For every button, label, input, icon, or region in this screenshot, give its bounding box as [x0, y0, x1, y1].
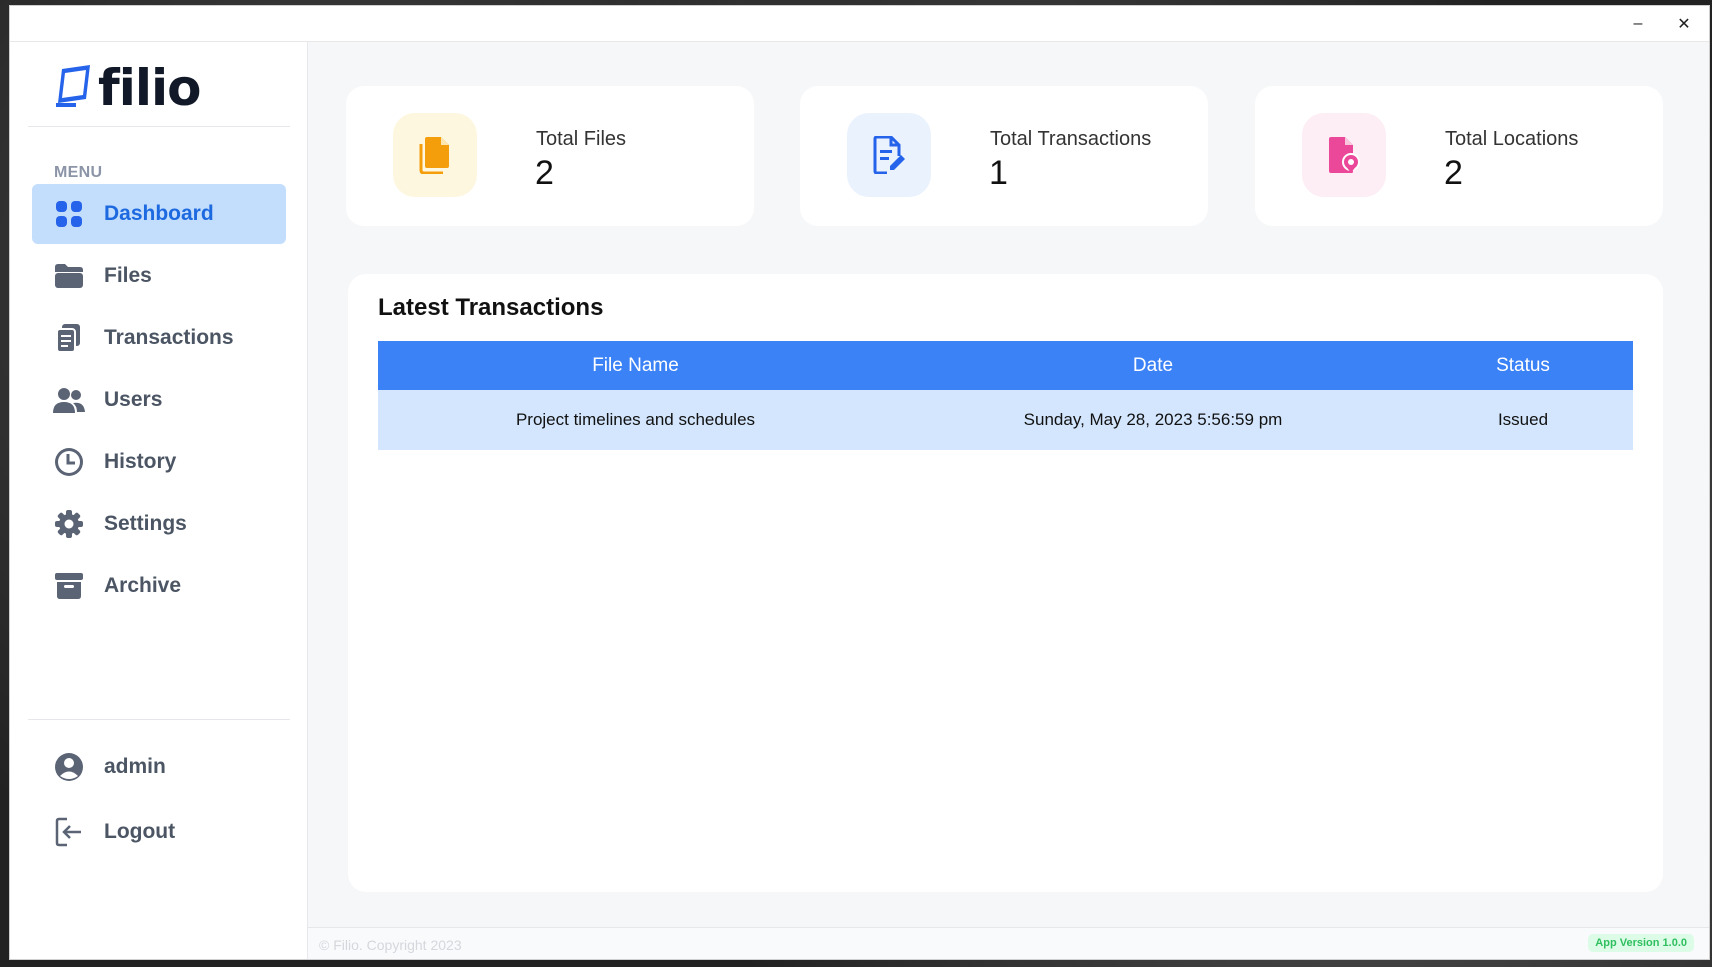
- sidebar-item-transactions[interactable]: Transactions: [32, 308, 286, 368]
- sidebar-item-users[interactable]: Users: [32, 370, 286, 430]
- stat-card-files: Total Files 2: [346, 86, 754, 226]
- title-bar: – ✕: [10, 6, 1709, 42]
- sidebar-item-files[interactable]: Files: [32, 246, 286, 306]
- sidebar-item-label: Settings: [104, 512, 187, 535]
- grid-icon: [52, 197, 86, 231]
- column-header-file-name[interactable]: File Name: [378, 341, 893, 390]
- folder-icon: [52, 259, 86, 293]
- app-window: – ✕ filio MENU Dashboard Files Transacti…: [9, 5, 1710, 960]
- menu-label: MENU: [54, 164, 103, 181]
- sidebar-item-label: Archive: [104, 574, 182, 597]
- stat-title: Total Transactions: [990, 128, 1152, 150]
- main-content: Total Files 2 Total Transactions 1 Total…: [308, 42, 1709, 959]
- sidebar-item-dashboard[interactable]: Dashboard: [32, 184, 286, 244]
- stat-value: 1: [989, 154, 1008, 192]
- panel-title: Latest Transactions: [378, 294, 604, 321]
- stat-value: 2: [535, 154, 554, 192]
- clock-icon: [52, 445, 86, 479]
- stat-card-locations: Total Locations 2: [1255, 86, 1663, 226]
- column-header-date[interactable]: Date: [893, 341, 1413, 390]
- version-badge: App Version 1.0.0: [1588, 934, 1694, 952]
- username-label: admin: [104, 755, 166, 778]
- stat-icon-box: [1302, 113, 1386, 197]
- logout-button[interactable]: Logout: [32, 802, 286, 862]
- cell-file-name: Project timelines and schedules: [378, 390, 893, 450]
- transactions-table: File Name Date Status Project timelines …: [378, 341, 1633, 450]
- latest-transactions-panel: Latest Transactions File Name Date Statu…: [348, 274, 1663, 892]
- sidebar-divider: [28, 126, 290, 127]
- gear-icon: [52, 507, 86, 541]
- footer: © Filio. Copyright 2023 App Version 1.0.…: [308, 927, 1709, 959]
- cell-status: Issued: [1413, 390, 1633, 450]
- sidebar-item-label: Dashboard: [104, 202, 214, 225]
- clipboard-icon: [52, 321, 86, 355]
- stat-title: Total Locations: [1445, 128, 1579, 150]
- user-circle-icon: [52, 750, 86, 784]
- sidebar-item-history[interactable]: History: [32, 432, 286, 492]
- copyright-text: © Filio. Copyright 2023: [319, 937, 462, 953]
- stat-value: 2: [1444, 154, 1463, 192]
- user-profile[interactable]: admin: [32, 737, 286, 797]
- monitor-logo-icon: [56, 65, 90, 107]
- file-edit-icon: [873, 136, 905, 174]
- sidebar-item-label: Files: [104, 264, 152, 287]
- stat-title: Total Files: [536, 128, 627, 150]
- column-header-status[interactable]: Status: [1413, 341, 1633, 390]
- stat-card-transactions: Total Transactions 1: [800, 86, 1208, 226]
- close-button[interactable]: ✕: [1661, 6, 1707, 42]
- files-icon: [419, 137, 449, 174]
- archive-icon: [52, 569, 86, 603]
- stat-icon-box: [393, 113, 477, 197]
- sidebar: filio MENU Dashboard Files Transactions …: [10, 42, 308, 959]
- logout-icon: [52, 815, 86, 849]
- table-header-row: File Name Date Status: [378, 341, 1633, 390]
- file-location-icon: [1329, 137, 1360, 173]
- sidebar-item-label: Transactions: [104, 326, 234, 349]
- sidebar-item-label: History: [104, 450, 177, 473]
- sidebar-divider: [28, 719, 290, 720]
- app-name: filio: [98, 59, 202, 117]
- app-logo: filio: [54, 59, 202, 117]
- stat-icon-box: [847, 113, 931, 197]
- sidebar-item-label: Users: [104, 388, 163, 411]
- logout-label: Logout: [104, 820, 176, 843]
- table-row[interactable]: Project timelines and schedules Sunday, …: [378, 390, 1633, 450]
- users-icon: [52, 383, 86, 417]
- cell-date: Sunday, May 28, 2023 5:56:59 pm: [893, 390, 1413, 450]
- sidebar-item-archive[interactable]: Archive: [32, 556, 286, 616]
- sidebar-item-settings[interactable]: Settings: [32, 494, 286, 554]
- minimize-button[interactable]: –: [1615, 6, 1661, 42]
